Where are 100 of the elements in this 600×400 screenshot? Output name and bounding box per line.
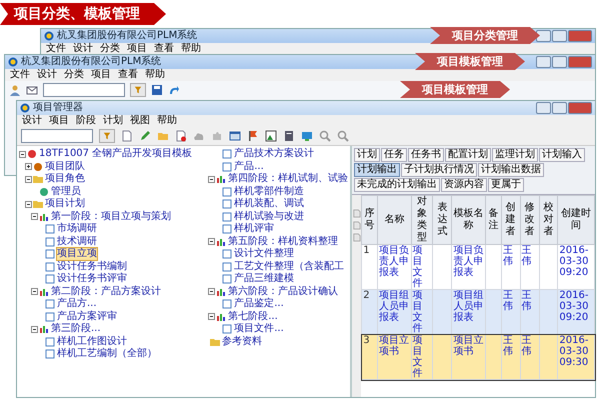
filter-button[interactable] bbox=[99, 129, 115, 143]
zoom-in-icon[interactable] bbox=[319, 130, 331, 142]
search-field[interactable] bbox=[43, 83, 125, 97]
image-icon[interactable] bbox=[265, 130, 277, 142]
minimize-button[interactable] bbox=[536, 56, 551, 68]
expander-icon[interactable] bbox=[25, 200, 32, 208]
new-document-icon[interactable] bbox=[121, 130, 133, 142]
tree-item[interactable]: 项目计划 bbox=[45, 198, 85, 210]
tree-item[interactable]: 设计任务书评审 bbox=[57, 273, 127, 286]
tree-item[interactable]: 第四阶段：样机试制、试验 bbox=[228, 173, 348, 186]
minimize-button[interactable] bbox=[536, 102, 551, 114]
expander-icon[interactable] bbox=[208, 313, 216, 320]
window-icon[interactable] bbox=[229, 130, 241, 142]
table-row[interactable]: 3 项目立项书 项目文件 项目立项书 王伟 王伟 2016-03-30 09:30 bbox=[362, 334, 594, 380]
tree-item[interactable]: 产品方... bbox=[57, 298, 97, 310]
tab[interactable]: 计划输入 bbox=[539, 148, 586, 162]
tree-item[interactable]: 参考资料 bbox=[222, 336, 262, 348]
maximize-button[interactable] bbox=[552, 56, 567, 68]
tab[interactable]: 任务 bbox=[381, 148, 408, 162]
expander-icon[interactable] bbox=[25, 163, 32, 170]
tree-item[interactable]: 18TF1007 全钢产品开发项目模板 bbox=[39, 148, 192, 160]
menu-item[interactable]: 帮助 bbox=[181, 43, 201, 55]
tree-item[interactable]: 管理员 bbox=[51, 186, 81, 198]
menu-item[interactable]: 计划 bbox=[103, 115, 123, 127]
save-icon[interactable] bbox=[151, 84, 163, 96]
expander-icon[interactable] bbox=[208, 288, 216, 296]
tree-item[interactable]: 样机装配、调试 bbox=[234, 198, 304, 210]
tree-item[interactable]: 第三阶段... bbox=[51, 323, 101, 336]
pencil-icon[interactable] bbox=[139, 130, 151, 142]
tree-item[interactable]: 项目文件... bbox=[234, 323, 284, 336]
tree-item[interactable]: 产品... bbox=[234, 160, 264, 173]
table-row[interactable]: 2 项目组人员申报表 项目文件 项目组人员申报表 王伟 王伟 2016-03-30 09:20 bbox=[362, 290, 594, 334]
menu-item[interactable]: 文件 bbox=[46, 43, 66, 55]
menu-item[interactable]: 帮助 bbox=[157, 115, 177, 127]
tree-item[interactable]: 项目立项 bbox=[57, 248, 97, 260]
menu-item[interactable]: 项目 bbox=[91, 69, 111, 81]
menu-item[interactable]: 文件 bbox=[10, 69, 30, 81]
maximize-button[interactable] bbox=[552, 102, 567, 114]
tree-item[interactable]: 项目团队 bbox=[45, 160, 85, 173]
tree-item[interactable]: 产品三维建模 bbox=[234, 273, 294, 286]
tree-item[interactable]: 项目角色 bbox=[45, 173, 85, 186]
delete-document-icon[interactable] bbox=[175, 130, 187, 142]
tree-item[interactable]: 第一阶段：项目立项与策划 bbox=[51, 210, 171, 223]
maximize-button[interactable] bbox=[552, 30, 567, 42]
tab[interactable]: 未完成的计划输出 bbox=[354, 178, 440, 192]
mail-icon[interactable] bbox=[26, 84, 38, 96]
menu-item[interactable]: 项目 bbox=[49, 115, 69, 127]
tree-item[interactable]: 第二阶段：产品方案设计 bbox=[51, 286, 161, 298]
menu-item[interactable]: 分类 bbox=[64, 69, 84, 81]
tree-item[interactable]: 样机评审 bbox=[234, 223, 274, 236]
tab[interactable]: 监理计划 bbox=[492, 148, 538, 162]
menu-item[interactable]: 帮助 bbox=[145, 69, 165, 81]
tab[interactable]: 子计划执行情况 bbox=[401, 163, 478, 177]
menu-item[interactable]: 设计 bbox=[37, 69, 57, 81]
tab[interactable]: 更属于 bbox=[488, 178, 524, 192]
tree-item[interactable]: 第七阶段... bbox=[228, 310, 278, 323]
expander-icon[interactable] bbox=[25, 176, 32, 183]
minimize-button[interactable] bbox=[536, 30, 551, 42]
expander-icon[interactable] bbox=[31, 213, 38, 220]
menu-item[interactable]: 设计 bbox=[22, 115, 42, 127]
tree-item[interactable]: 工艺文件整理（含装配工 bbox=[234, 260, 344, 273]
tab[interactable]: 任务书 bbox=[408, 148, 444, 162]
tree-item[interactable]: 样机零部件制造 bbox=[234, 186, 304, 198]
flag-icon[interactable] bbox=[247, 130, 259, 142]
tree-item[interactable]: 产品技术方案设计 bbox=[234, 148, 314, 160]
tree-item[interactable]: 设计任务书编制 bbox=[57, 260, 127, 273]
menu-item[interactable]: 设计 bbox=[73, 43, 93, 55]
tab[interactable]: 计划输出 bbox=[354, 163, 400, 177]
redo-icon[interactable] bbox=[168, 84, 180, 96]
tree-item[interactable]: 产品鉴定... bbox=[234, 298, 284, 310]
menu-item[interactable]: 查看 bbox=[154, 43, 174, 55]
filter-button[interactable] bbox=[130, 83, 146, 97]
tree-item[interactable]: 样机试验与改进 bbox=[234, 210, 304, 223]
tree-item[interactable]: 样机工作图设计 bbox=[57, 336, 127, 348]
monitor-icon[interactable] bbox=[301, 130, 313, 142]
person-icon[interactable] bbox=[9, 84, 21, 96]
menu-item[interactable]: 视图 bbox=[130, 115, 150, 127]
menu-item[interactable]: 项目 bbox=[127, 43, 147, 55]
search-field[interactable] bbox=[21, 129, 93, 143]
menu-item[interactable]: 查看 bbox=[118, 69, 138, 81]
tree-item[interactable]: 第六阶段：产品设计确认 bbox=[228, 286, 338, 298]
expander-icon[interactable] bbox=[31, 326, 38, 333]
expander-icon[interactable] bbox=[31, 288, 38, 296]
expander-icon[interactable] bbox=[19, 150, 26, 158]
tab[interactable]: 配置计划 bbox=[445, 148, 492, 162]
tab[interactable]: 资源内容 bbox=[441, 178, 488, 192]
expander-icon[interactable] bbox=[208, 238, 216, 246]
tree-item[interactable]: 设计文件整理 bbox=[234, 248, 294, 260]
zoom-out-icon[interactable] bbox=[337, 130, 349, 142]
tree-item[interactable]: 第五阶段：样机资料整理 bbox=[228, 236, 338, 248]
menu-item[interactable]: 阶段 bbox=[76, 115, 96, 127]
tab[interactable]: 计划输出数据 bbox=[478, 163, 544, 177]
document-icon[interactable] bbox=[283, 130, 295, 142]
tree-item[interactable]: 市场调研 bbox=[57, 223, 97, 236]
expander-icon[interactable] bbox=[208, 176, 216, 183]
tab[interactable]: 计划 bbox=[354, 148, 380, 162]
menu-item[interactable]: 分类 bbox=[100, 43, 120, 55]
tree-item[interactable]: 产品方案评审 bbox=[57, 310, 117, 323]
tree-item[interactable]: 技术调研 bbox=[57, 236, 97, 248]
tree-item[interactable]: 样机工艺编制（全部） bbox=[57, 348, 157, 360]
